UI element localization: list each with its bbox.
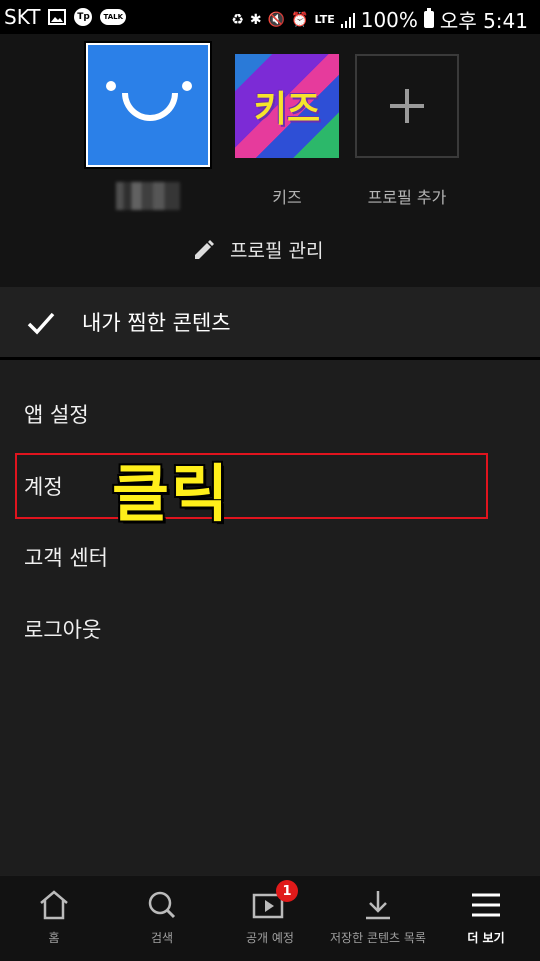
profile-switcher: 키즈 키즈 프로필 추가 프로필 관리: [0, 34, 540, 287]
nav-search-label: 검색: [150, 931, 174, 945]
nav-home-label: 홈: [48, 931, 60, 945]
nav-downloads-label: 저장한 콘텐츠 목록: [330, 931, 426, 945]
smiley-eye-left: [106, 81, 116, 91]
alarm-icon: ⏰: [291, 11, 309, 28]
nav-coming-soon[interactable]: 1 공개 예정: [216, 876, 324, 961]
kids-avatar-text: 키즈: [253, 89, 321, 130]
profile-name-kids: 키즈: [272, 188, 302, 207]
more-menu: 앱 설정 계정 고객 센터 로그아웃 클릭: [0, 360, 540, 875]
smiley-mouth: [122, 93, 178, 121]
manage-profiles-button[interactable]: 프로필 관리: [192, 236, 323, 263]
pencil-icon: [195, 239, 214, 259]
kakaotalk-icon: TALK: [100, 9, 127, 25]
coming-soon-icon: 1: [252, 880, 298, 921]
bluetooth-icon: ✱: [249, 11, 262, 28]
smiley-eye-right: [182, 81, 192, 91]
menu-item-app-settings[interactable]: 앱 설정: [24, 399, 89, 429]
annotation-highlight-box: [15, 453, 488, 519]
carrier-label: SKT: [4, 5, 41, 29]
mute-icon: 🔇: [267, 11, 286, 28]
home-icon: [40, 890, 68, 920]
checkmark-icon: [27, 312, 55, 335]
lte-indicator: LTE: [314, 13, 335, 26]
nav-home[interactable]: 홈: [0, 876, 108, 961]
menu-item-customer-center[interactable]: 고객 센터: [24, 542, 108, 572]
status-bar: SKT Tp TALK ♻ ✱ 🔇 ⏰ LTE 100% 오후 5:41: [0, 0, 540, 34]
nav-more[interactable]: 더 보기: [432, 876, 540, 961]
profile-avatar-main[interactable]: [84, 41, 212, 169]
add-profile-button[interactable]: [355, 54, 459, 158]
nav-downloads[interactable]: 저장한 콘텐츠 목록: [324, 876, 432, 961]
clock: 오후 5:41: [439, 9, 528, 33]
bottom-navigation: 홈 검색 1 공개 예정 저장한 콘텐츠 목록 더 보기: [0, 875, 540, 961]
tp-app-icon: Tp: [74, 8, 93, 26]
image-icon: [48, 9, 67, 25]
nav-more-label: 더 보기: [467, 931, 505, 945]
manage-profiles-label: 프로필 관리: [230, 240, 324, 262]
add-profile-label: 프로필 추가: [367, 188, 447, 207]
my-list-label: 내가 찜한 콘텐츠: [82, 311, 231, 335]
profile-avatar-kids[interactable]: 키즈: [235, 54, 339, 158]
menu-icon: [472, 893, 500, 917]
signal-icon: [340, 12, 355, 28]
battery-icon: [423, 8, 434, 28]
notification-badge: 1: [276, 880, 298, 902]
menu-item-logout[interactable]: 로그아웃: [24, 614, 101, 644]
battery-percent: 100%: [360, 7, 418, 32]
search-icon: [148, 891, 176, 919]
recycle-icon: ♻: [231, 11, 244, 28]
my-list-row[interactable]: 내가 찜한 콘텐츠: [0, 287, 540, 360]
profile-name-blurred: [116, 182, 180, 210]
nav-search[interactable]: 검색: [108, 876, 216, 961]
download-icon: [366, 891, 390, 920]
nav-coming-soon-label: 공개 예정: [246, 931, 294, 945]
annotation-click-label: 클릭: [112, 457, 231, 530]
